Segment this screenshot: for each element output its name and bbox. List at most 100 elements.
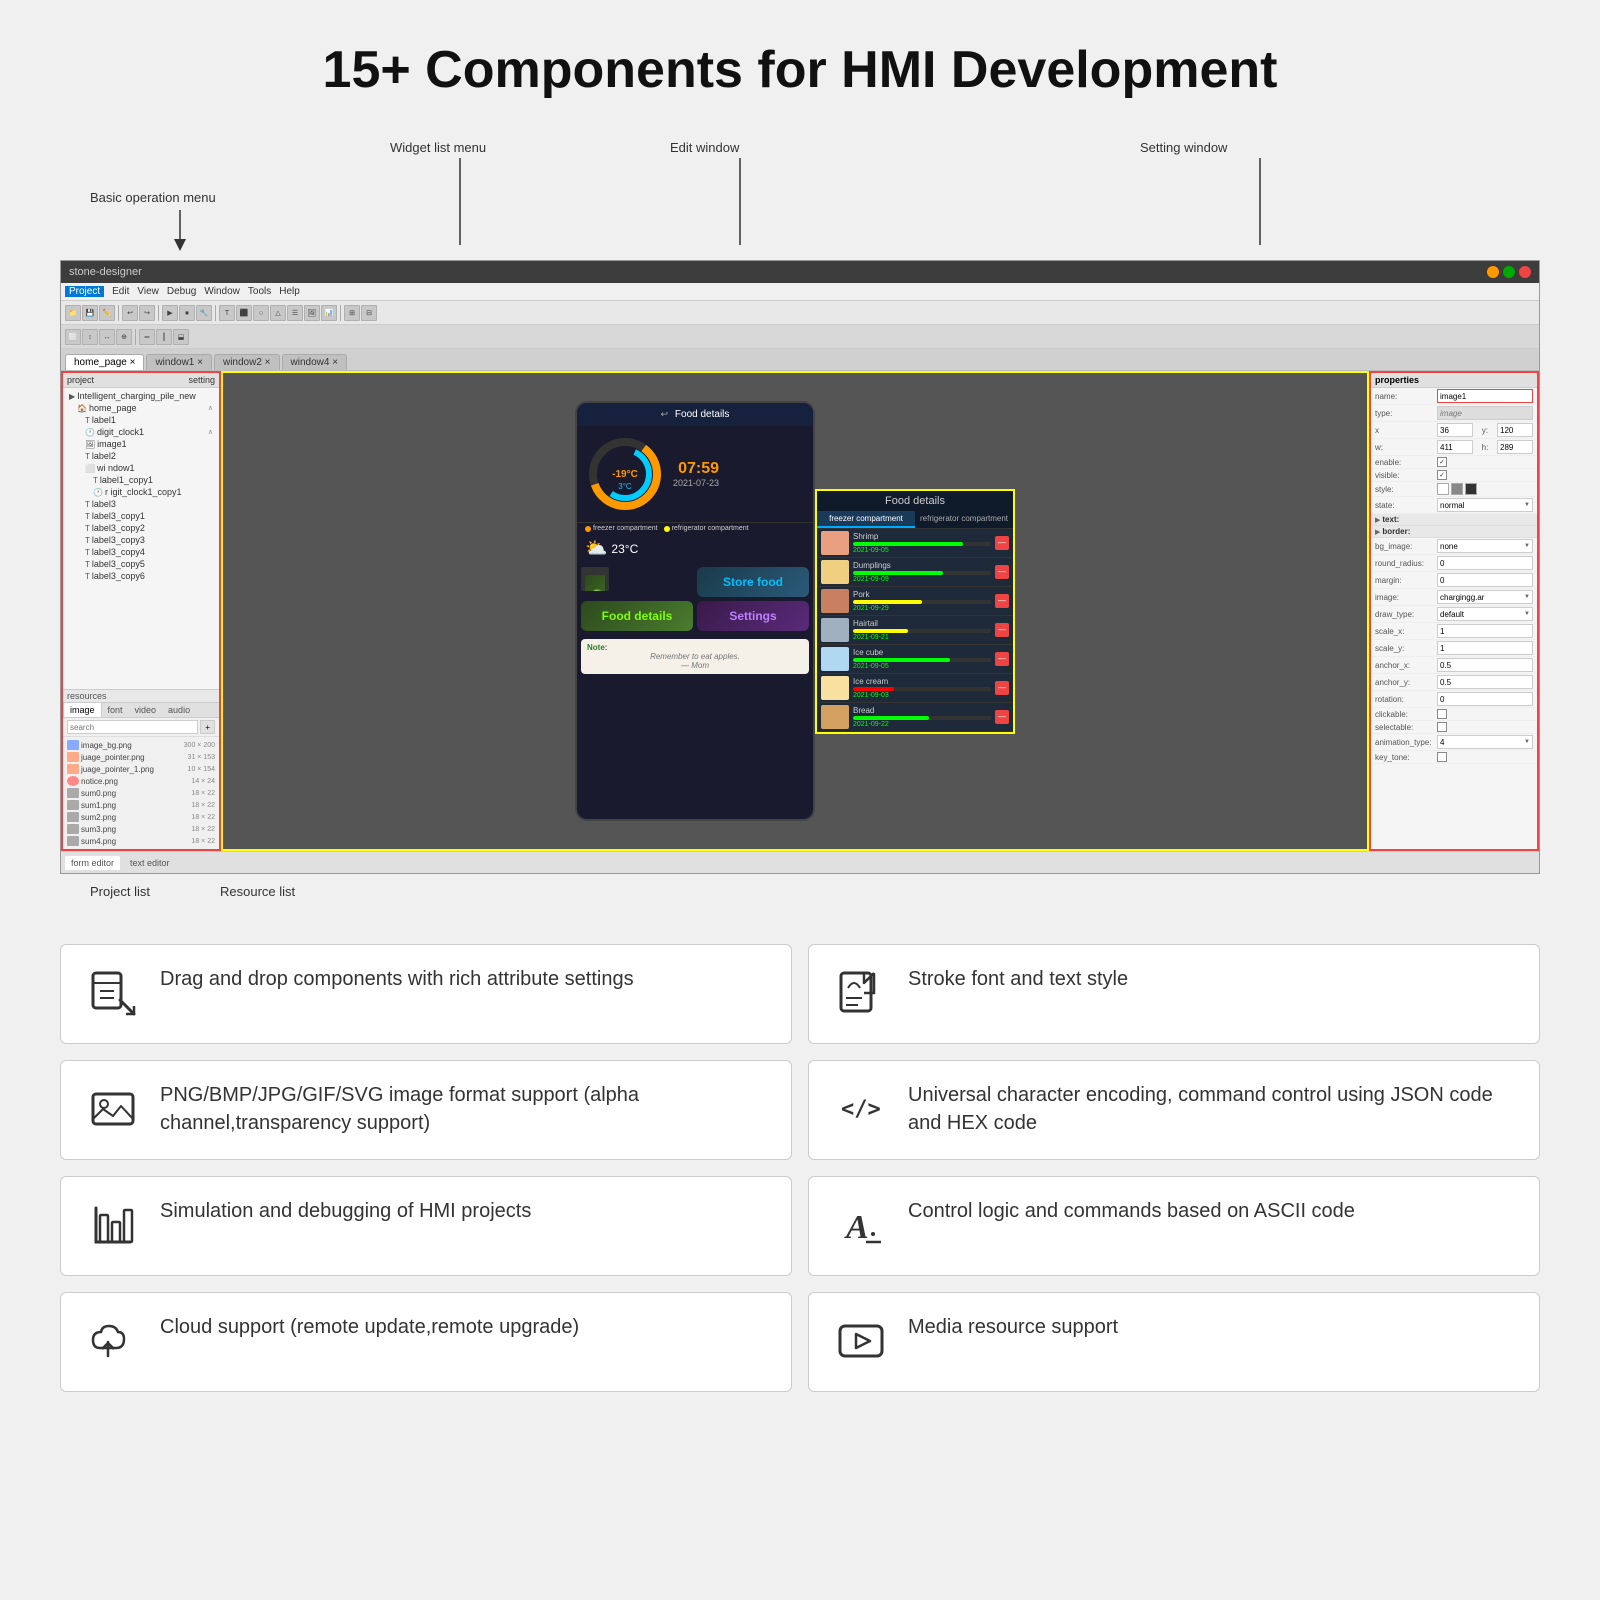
resource-tab-video[interactable]: video xyxy=(129,703,163,717)
toolbar-btn-5[interactable]: ↪ xyxy=(139,305,155,321)
tree-label3[interactable]: T label3 xyxy=(65,498,217,510)
hmi-store-food-btn[interactable]: Store food xyxy=(697,567,809,597)
bottom-tab-form[interactable]: form editor xyxy=(65,856,120,870)
tree-home-page[interactable]: 🏠 home_page ∧ xyxy=(65,402,217,414)
resource-item-sum4[interactable]: sum4.png 18 × 22 xyxy=(65,835,217,847)
resource-item-pointer[interactable]: juage_pointer.png 31 × 153 xyxy=(65,751,217,763)
tree-clock-copy1[interactable]: 🕐 r igit_clock1_copy1 xyxy=(65,486,217,498)
prop-keytone-check[interactable] xyxy=(1437,752,1447,762)
resource-search-input[interactable] xyxy=(67,720,198,734)
prop-enable-check[interactable] xyxy=(1437,457,1447,467)
toolbar-btn-a[interactable]: ⬜ xyxy=(65,329,81,345)
toolbar-btn-7[interactable]: ⏹ xyxy=(179,305,195,321)
tree-root[interactable]: ▶ Intelligent_charging_pile_new xyxy=(65,390,217,402)
resource-item-sum0[interactable]: sum0.png 18 × 22 xyxy=(65,787,217,799)
edit-canvas[interactable]: ↩ Food details xyxy=(221,371,1369,851)
prop-scalex-value[interactable]: 1 xyxy=(1437,624,1533,638)
tab-fridge[interactable]: refrigerator compartment xyxy=(915,511,1013,528)
prop-w-value[interactable]: 411 xyxy=(1437,440,1473,454)
resource-tab-font[interactable]: font xyxy=(102,703,129,717)
prop-drawtype-select[interactable]: default ▼ xyxy=(1437,607,1533,621)
toolbar-btn-d[interactable]: ⊕ xyxy=(116,329,132,345)
resource-item-sum2[interactable]: sum2.png 18 × 22 xyxy=(65,811,217,823)
resource-tab-image[interactable]: image xyxy=(63,703,102,717)
prop-rotation-value[interactable]: 0 xyxy=(1437,692,1533,706)
resource-item-sum3[interactable]: sum3.png 18 × 22 xyxy=(65,823,217,835)
hmi-settings-btn[interactable]: Settings xyxy=(697,601,809,631)
prop-border-section[interactable]: ▶ border: xyxy=(1371,526,1537,538)
prop-h-value[interactable]: 289 xyxy=(1497,440,1533,454)
toolbar-btn-4[interactable]: ↩ xyxy=(122,305,138,321)
prop-style-color3[interactable] xyxy=(1465,483,1477,495)
menu-help[interactable]: Help xyxy=(279,286,300,297)
prop-roundradius-value[interactable]: 0 xyxy=(1437,556,1533,570)
bottom-tab-text[interactable]: text editor xyxy=(124,856,176,870)
resource-tab-audio[interactable]: audio xyxy=(162,703,196,717)
prop-y-value[interactable]: 120 xyxy=(1497,423,1533,437)
tree-label3c3[interactable]: T label3_copy3 xyxy=(65,534,217,546)
prop-style-color2[interactable] xyxy=(1451,483,1463,495)
toolbar-btn-e[interactable]: ═ xyxy=(139,329,155,345)
menu-edit[interactable]: Edit xyxy=(112,286,129,297)
tab-home-page[interactable]: home_page × xyxy=(65,354,144,370)
toolbar-btn-13[interactable]: ☰ xyxy=(287,305,303,321)
tab-window4[interactable]: window4 × xyxy=(282,354,348,370)
toolbar-btn-15[interactable]: 📊 xyxy=(321,305,337,321)
food-delete-pork[interactable]: — xyxy=(995,594,1009,608)
hmi-food-details-btn[interactable]: Food details xyxy=(581,601,693,631)
toolbar-btn-f[interactable]: ║ xyxy=(156,329,172,345)
toolbar-btn-10[interactable]: ⬛ xyxy=(236,305,252,321)
menu-project[interactable]: Project xyxy=(65,286,104,297)
food-delete-icecube[interactable]: — xyxy=(995,652,1009,666)
prop-x-value[interactable]: 36 xyxy=(1437,423,1473,437)
prop-animtype-select[interactable]: 4 ▼ xyxy=(1437,735,1533,749)
resource-item-bg[interactable]: image_bg.png 300 × 200 xyxy=(65,739,217,751)
toolbar-btn-g[interactable]: ⬓ xyxy=(173,329,189,345)
tab-freezer[interactable]: freezer compartment xyxy=(817,511,915,528)
resource-add-btn[interactable]: + xyxy=(200,720,215,734)
toolbar-btn-12[interactable]: △ xyxy=(270,305,286,321)
toolbar-btn-b[interactable]: ↕ xyxy=(82,329,98,345)
toolbar-btn-6[interactable]: ▶ xyxy=(162,305,178,321)
minimize-btn[interactable] xyxy=(1487,266,1499,278)
toolbar-btn-11[interactable]: ○ xyxy=(253,305,269,321)
prop-name-value[interactable]: image1 xyxy=(1437,389,1533,403)
menu-tools[interactable]: Tools xyxy=(248,286,271,297)
tree-label3c4[interactable]: T label3_copy4 xyxy=(65,546,217,558)
menu-debug[interactable]: Debug xyxy=(167,286,196,297)
prop-image-select[interactable]: chargingg.ar ▼ xyxy=(1437,590,1533,604)
food-delete-bread[interactable]: — xyxy=(995,710,1009,724)
prop-visible-check[interactable] xyxy=(1437,470,1447,480)
menu-view[interactable]: View xyxy=(137,286,159,297)
prop-bgimage-select[interactable]: none ▼ xyxy=(1437,539,1533,553)
tree-label3c5[interactable]: T label3_copy5 xyxy=(65,558,217,570)
tree-window1[interactable]: ⬜ wi ndow1 xyxy=(65,462,217,474)
prop-anchory-value[interactable]: 0.5 xyxy=(1437,675,1533,689)
resource-item-pointer1[interactable]: juage_pointer_1.png 10 × 154 xyxy=(65,763,217,775)
tab-window1[interactable]: window1 × xyxy=(146,354,212,370)
prop-margin-value[interactable]: 0 xyxy=(1437,573,1533,587)
toolbar-btn-1[interactable]: 📁 xyxy=(65,305,81,321)
prop-clickable-check[interactable] xyxy=(1437,709,1447,719)
toolbar-btn-9[interactable]: T xyxy=(219,305,235,321)
food-delete-icecream[interactable]: — xyxy=(995,681,1009,695)
toolbar-btn-c[interactable]: ↔ xyxy=(99,329,115,345)
prop-text-section[interactable]: ▶ text: xyxy=(1371,514,1537,526)
food-delete-hairtail[interactable]: — xyxy=(995,623,1009,637)
tree-image1[interactable]: 🖼 image1 xyxy=(65,438,217,450)
toolbar-btn-14[interactable]: 🖼 xyxy=(304,305,320,321)
toolbar-btn-3[interactable]: ✏️ xyxy=(99,305,115,321)
tree-label2[interactable]: T label2 xyxy=(65,450,217,462)
resource-item-notice[interactable]: notice.png 14 × 24 xyxy=(65,775,217,787)
toolbar-btn-16[interactable]: ⊞ xyxy=(344,305,360,321)
prop-scaley-value[interactable]: 1 xyxy=(1437,641,1533,655)
maximize-btn[interactable] xyxy=(1503,266,1515,278)
menu-window[interactable]: Window xyxy=(204,286,240,297)
prop-selectable-check[interactable] xyxy=(1437,722,1447,732)
tree-label3c1[interactable]: T label3_copy1 xyxy=(65,510,217,522)
prop-anchorx-value[interactable]: 0.5 xyxy=(1437,658,1533,672)
tree-label3c6[interactable]: T label3_copy6 xyxy=(65,570,217,582)
prop-state-select[interactable]: normal ▼ xyxy=(1437,498,1533,512)
tree-label3c2[interactable]: T label3_copy2 xyxy=(65,522,217,534)
food-delete-dumplings[interactable]: — xyxy=(995,565,1009,579)
